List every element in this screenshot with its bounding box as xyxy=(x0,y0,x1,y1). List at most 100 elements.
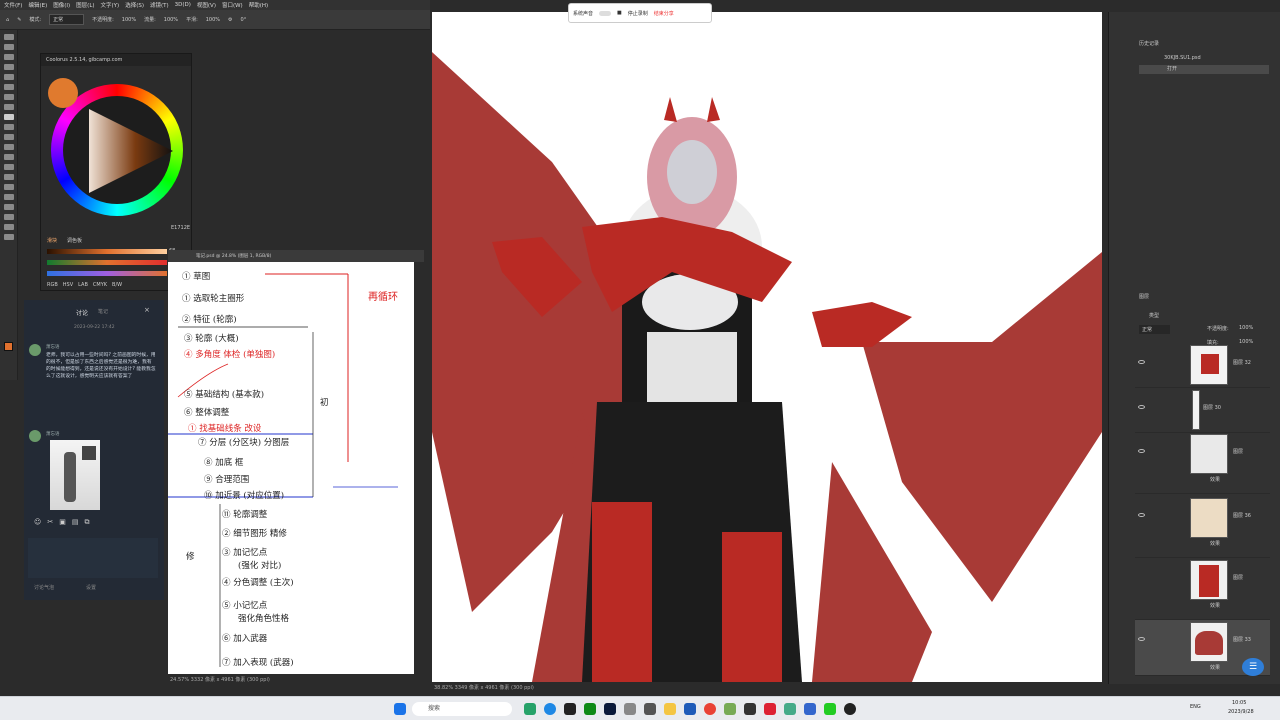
mode-bw[interactable]: B/W xyxy=(112,282,122,288)
hex-value[interactable]: E1712E xyxy=(171,225,190,231)
layer-row[interactable]: 图层 32 xyxy=(1135,343,1270,388)
tab-palette[interactable]: 调色板 xyxy=(67,237,82,244)
end-share-button[interactable]: 结束分享 xyxy=(654,10,674,17)
history-brush-icon[interactable] xyxy=(3,134,14,140)
main-canvas[interactable] xyxy=(432,12,1102,682)
chat-footer-bubble[interactable]: 讨论气泡 xyxy=(34,584,54,591)
opacity-value[interactable]: 100% xyxy=(122,17,136,23)
eraser-tool-icon[interactable] xyxy=(3,144,14,150)
dodge-tool-icon[interactable] xyxy=(3,174,14,180)
layer-row[interactable]: 图层 效果 xyxy=(1135,558,1270,620)
clock-date[interactable]: 2023/9/28 xyxy=(1228,709,1254,715)
crop-tool-icon[interactable] xyxy=(3,74,14,80)
shape-tool-icon[interactable] xyxy=(3,214,14,220)
language-indicator[interactable]: ENG xyxy=(1190,704,1201,710)
layer-effect[interactable]: 效果 xyxy=(1210,540,1220,547)
slider-3[interactable] xyxy=(47,271,167,276)
taskbar-search[interactable]: 搜索 xyxy=(412,702,512,716)
app-icon[interactable] xyxy=(724,702,736,715)
system-sound-toggle[interactable] xyxy=(599,10,612,16)
chat-bubble-icon[interactable]: ☰ xyxy=(1242,658,1264,676)
menu-layer[interactable]: 图层(L) xyxy=(76,1,94,9)
mode-cmyk[interactable]: CMYK xyxy=(93,282,107,288)
menu-3d[interactable]: 3D(D) xyxy=(175,2,191,8)
foreground-color-swatch[interactable] xyxy=(4,342,13,351)
app-icon[interactable] xyxy=(804,702,816,715)
layer-effect[interactable]: 效果 xyxy=(1210,602,1220,609)
gradient-tool-icon[interactable] xyxy=(3,154,14,160)
mode-hsv[interactable]: HSV xyxy=(63,282,73,288)
layer-row[interactable]: 图层 36 效果 xyxy=(1135,496,1270,558)
chat-input[interactable] xyxy=(28,538,158,578)
layer-effect[interactable]: 效果 xyxy=(1210,476,1220,483)
wechat-icon[interactable] xyxy=(824,702,836,715)
chat-image[interactable] xyxy=(50,440,100,510)
app-icon[interactable] xyxy=(524,702,536,715)
eye-icon[interactable] xyxy=(1138,360,1145,364)
gear-icon[interactable]: ⚙ xyxy=(228,17,232,23)
app-icon[interactable] xyxy=(564,702,576,715)
chat-subtitle[interactable]: 笔记 xyxy=(98,308,108,315)
windows-start-icon[interactable] xyxy=(394,702,406,715)
zoom-tool-icon[interactable] xyxy=(3,234,14,240)
menu-help[interactable]: 帮助(H) xyxy=(249,1,268,9)
app-icon[interactable] xyxy=(624,702,636,715)
history-label[interactable]: 历史记录 xyxy=(1139,40,1159,47)
select-tool-icon[interactable] xyxy=(3,64,14,70)
menu-edit[interactable]: 编辑(E) xyxy=(28,1,47,9)
file-icon[interactable]: ▤ xyxy=(72,518,79,527)
layer-row[interactable]: 图层 30 xyxy=(1135,388,1270,433)
smooth-value[interactable]: 100% xyxy=(206,17,220,23)
stop-icon[interactable]: ■ xyxy=(617,10,622,16)
eye-icon[interactable] xyxy=(1138,637,1145,641)
app-icon[interactable] xyxy=(784,702,796,715)
app-icon[interactable] xyxy=(844,702,856,715)
menu-filter[interactable]: 滤镜(T) xyxy=(150,1,169,9)
home-icon[interactable]: ⌂ xyxy=(6,17,9,23)
marquee-tool-icon[interactable] xyxy=(3,44,14,50)
move-tool-icon[interactable] xyxy=(3,34,14,40)
menu-file[interactable]: 文件(F) xyxy=(4,1,22,9)
angle-value[interactable]: 0° xyxy=(241,17,247,23)
menu-type[interactable]: 文字(Y) xyxy=(101,1,120,9)
layers-tab[interactable]: 图层 xyxy=(1139,293,1149,300)
slider-2[interactable] xyxy=(47,260,167,265)
layer-row[interactable]: 图层 效果 xyxy=(1135,432,1270,494)
chat-title[interactable]: 讨论 xyxy=(76,308,88,317)
xbox-icon[interactable] xyxy=(584,702,596,715)
frame-tool-icon[interactable] xyxy=(3,84,14,90)
app-icon[interactable] xyxy=(764,702,776,715)
eye-icon[interactable] xyxy=(1138,405,1145,409)
mode-lab[interactable]: LAB xyxy=(78,282,88,288)
eyedropper-tool-icon[interactable] xyxy=(3,94,14,100)
type-tool-icon[interactable] xyxy=(3,194,14,200)
screenshot-icon[interactable]: ⧉ xyxy=(84,518,89,527)
emoji-icon[interactable]: ☺ xyxy=(34,518,41,527)
mode-select[interactable]: 正常 xyxy=(49,14,85,25)
pen-tool-icon[interactable] xyxy=(3,184,14,190)
eye-icon[interactable] xyxy=(1138,449,1145,453)
brush-icon[interactable]: ✎ xyxy=(17,17,21,23)
layer-effect[interactable]: 效果 xyxy=(1210,664,1220,671)
chrome-icon[interactable] xyxy=(704,702,716,715)
notes-titlebar[interactable]: 笔记.psd @ 24.8% (图层 1, RGB/8) xyxy=(168,250,424,262)
app-icon[interactable] xyxy=(744,702,756,715)
mode-rgb[interactable]: RGB xyxy=(47,282,58,288)
path-tool-icon[interactable] xyxy=(3,204,14,210)
lasso-tool-icon[interactable] xyxy=(3,54,14,60)
blur-tool-icon[interactable] xyxy=(3,164,14,170)
tab-sliders[interactable]: 滑块 xyxy=(47,237,57,244)
brush-tool-icon[interactable] xyxy=(3,114,14,120)
folder-icon[interactable] xyxy=(664,702,676,715)
photoshop-icon[interactable] xyxy=(604,702,616,715)
layer-kind-filter[interactable]: 类型 xyxy=(1149,312,1159,319)
clock-time[interactable]: 10:05 xyxy=(1232,700,1246,706)
blend-mode-select[interactable]: 正常 xyxy=(1139,325,1171,334)
layer-opacity-value[interactable]: 100% xyxy=(1239,325,1253,331)
close-icon[interactable]: × xyxy=(144,306,150,314)
menu-select[interactable]: 选择(S) xyxy=(125,1,144,9)
menu-window[interactable]: 窗口(W) xyxy=(222,1,243,9)
eye-icon[interactable] xyxy=(1138,513,1145,517)
stamp-tool-icon[interactable] xyxy=(3,124,14,130)
app-icon[interactable] xyxy=(684,702,696,715)
